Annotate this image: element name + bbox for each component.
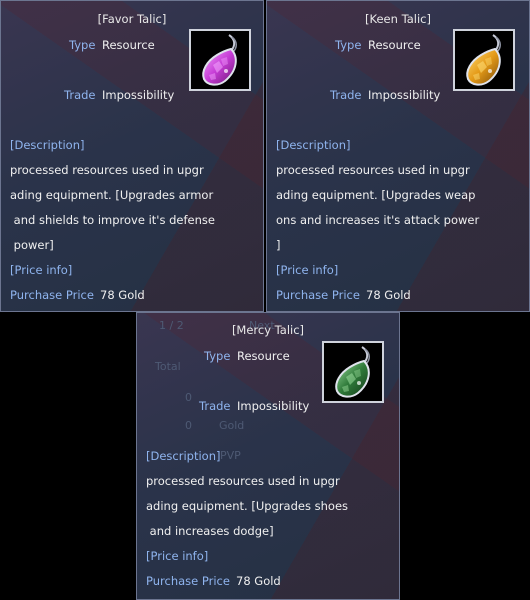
description-line: ading equipment. [Upgrades armor xyxy=(10,188,214,202)
description-line: processed resources used in upgr xyxy=(276,163,470,177)
description-heading: [Description] xyxy=(146,449,221,463)
description-line: ading equipment. [Upgrades weap xyxy=(276,188,476,202)
type-value: Resource xyxy=(368,38,421,52)
description-line: processed resources used in upgr xyxy=(146,474,340,488)
purchase-price-label: Purchase Price xyxy=(146,574,230,588)
description-line: ] xyxy=(276,238,281,252)
background-total-label: Total xyxy=(155,360,181,373)
price-info-heading: [Price info] xyxy=(146,549,209,563)
trade-label: Trade xyxy=(64,88,96,102)
purchase-price-value: 78 Gold xyxy=(366,288,411,302)
type-value: Resource xyxy=(102,38,155,52)
trade-label: Trade xyxy=(330,88,362,102)
item-icon-frame xyxy=(189,29,251,91)
description-line: processed resources used in upgr xyxy=(10,163,204,177)
description-line: and shields to improve it's defense xyxy=(10,213,215,227)
price-info-heading: [Price info] xyxy=(10,263,73,277)
item-icon-frame xyxy=(453,29,515,91)
purchase-price-value: 78 Gold xyxy=(100,288,145,302)
mercy-talic-tooltip: 1 / 2 Next Total 0 0 Gold PVP [Mercy Tal… xyxy=(136,312,400,600)
item-title: [Keen Talic] xyxy=(365,12,431,26)
favor-talic-tooltip: [Favor Talic] Type Resource Trade Imposs… xyxy=(0,0,264,312)
background-amount: 0 xyxy=(185,419,192,432)
favor-talic-gem-icon xyxy=(202,34,237,86)
background-amount: 0 xyxy=(185,391,192,404)
purchase-price-label: Purchase Price xyxy=(10,288,94,302)
trade-label: Trade xyxy=(199,399,231,413)
item-title: [Favor Talic] xyxy=(97,12,167,26)
description-line: power] xyxy=(10,238,54,252)
description-line: ading equipment. [Upgrades shoes xyxy=(146,499,349,513)
background-pvp-label: PVP xyxy=(220,449,241,462)
description-heading: [Description] xyxy=(10,138,85,152)
description-line: and increases dodge] xyxy=(146,524,274,538)
trade-value: Impossibility xyxy=(102,88,175,102)
type-label: Type xyxy=(335,38,362,52)
background-gold-label: Gold xyxy=(219,419,245,432)
type-value: Resource xyxy=(237,349,290,363)
type-label: Type xyxy=(69,38,96,52)
purchase-price-value: 78 Gold xyxy=(236,574,281,588)
price-info-heading: [Price info] xyxy=(276,263,339,277)
description-heading: [Description] xyxy=(276,138,351,152)
mercy-talic-gem-icon xyxy=(335,346,370,398)
keen-talic-tooltip: [Keen Talic] Type Resource Trade Impossi… xyxy=(266,0,530,312)
trade-value: Impossibility xyxy=(237,399,310,413)
purchase-price-label: Purchase Price xyxy=(276,288,360,302)
keen-talic-gem-icon xyxy=(466,34,501,86)
item-title: [Mercy Talic] xyxy=(231,323,305,337)
item-icon-frame xyxy=(322,341,384,403)
description-line: ons and increases it's attack power xyxy=(276,213,480,227)
trade-value: Impossibility xyxy=(368,88,441,102)
type-label: Type xyxy=(204,349,231,363)
